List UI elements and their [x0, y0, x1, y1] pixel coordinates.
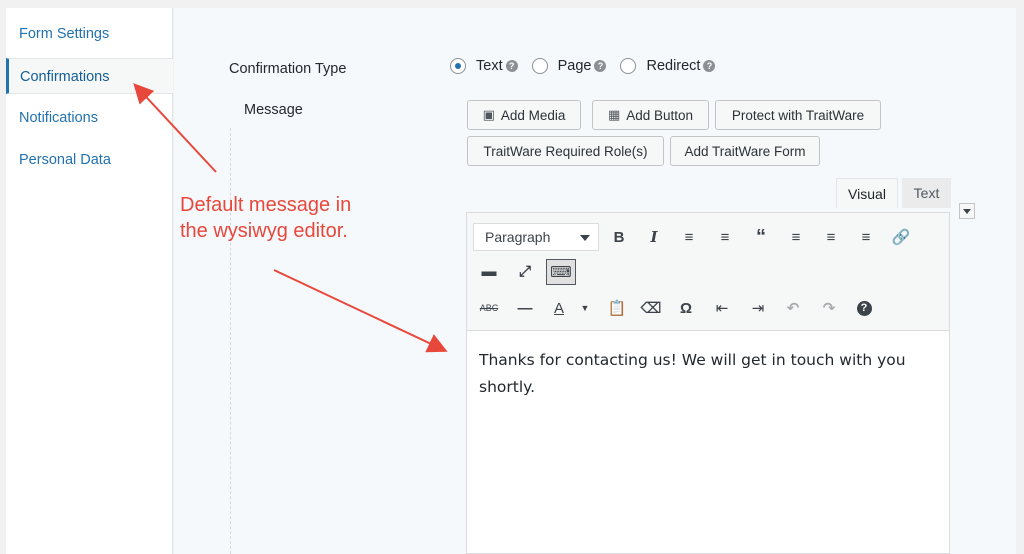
- blockquote-icon[interactable]: “: [749, 225, 773, 249]
- toolbar-toggle-icon[interactable]: [959, 203, 975, 219]
- italic-icon[interactable]: I: [642, 225, 666, 249]
- link-icon[interactable]: 🔗: [889, 225, 913, 249]
- settings-sidebar: Form Settings Confirmations Notification…: [6, 8, 173, 554]
- wysiwyg-editor: Paragraph B I ≡ ≡ “ ≡ ≡ ≡ 🔗 ▬ ⤢ ⌨ ABC — …: [466, 212, 950, 554]
- sidebar-item-notifications[interactable]: Notifications: [6, 100, 173, 136]
- tab-text[interactable]: Text: [902, 178, 951, 208]
- horizontal-line-icon[interactable]: —: [513, 296, 537, 320]
- radio-option-redirect[interactable]: Redirect ?: [620, 58, 716, 74]
- message-label: Message: [244, 102, 303, 118]
- radio-text-label: Text: [476, 58, 503, 74]
- add-traitware-form-button[interactable]: Add TraitWare Form: [670, 136, 820, 166]
- radio-page[interactable]: [531, 58, 548, 74]
- strikethrough-icon[interactable]: ABC: [477, 296, 501, 320]
- special-character-icon[interactable]: Ω: [674, 296, 698, 320]
- media-icon: ▣: [482, 107, 495, 122]
- radio-option-page[interactable]: Page ?: [531, 58, 607, 74]
- add-traitware-form-label: Add TraitWare Form: [684, 143, 806, 159]
- confirmation-type-label: Confirmation Type: [229, 61, 347, 77]
- radio-redirect[interactable]: [620, 58, 637, 74]
- read-more-icon[interactable]: ▬: [477, 259, 501, 283]
- traitware-roles-button[interactable]: TraitWare Required Role(s): [467, 136, 664, 166]
- clear-formatting-icon[interactable]: ⌫: [639, 296, 663, 320]
- sidebar-item-personal-data[interactable]: Personal Data: [6, 142, 173, 178]
- add-media-button[interactable]: ▣ Add Media: [467, 100, 581, 130]
- protect-traitware-button[interactable]: Protect with TraitWare: [715, 100, 881, 130]
- paste-as-text-icon[interactable]: 📋: [605, 296, 629, 320]
- radio-page-label: Page: [557, 58, 592, 74]
- help-icon[interactable]: ?: [703, 60, 716, 72]
- editor-toolbar: Paragraph B I ≡ ≡ “ ≡ ≡ ≡ 🔗 ▬ ⤢ ⌨ ABC — …: [467, 213, 949, 331]
- indent-icon[interactable]: ⇥: [746, 296, 770, 320]
- help-icon[interactable]: ?: [505, 60, 518, 72]
- help-circle-icon[interactable]: ?: [852, 296, 876, 320]
- sidebar-item-form-settings[interactable]: Form Settings: [6, 16, 173, 52]
- annotation-text: Default message in the wysiwyg editor.: [180, 192, 351, 244]
- chevron-down-icon: [580, 235, 590, 241]
- radio-text[interactable]: [450, 58, 466, 74]
- radio-redirect-label: Redirect: [646, 58, 701, 74]
- add-button-label: Add Button: [626, 107, 694, 123]
- bold-icon[interactable]: B: [607, 225, 631, 249]
- traitware-roles-label: TraitWare Required Role(s): [483, 143, 648, 159]
- numbered-list-icon[interactable]: ≡: [713, 225, 737, 249]
- add-media-label: Add Media: [500, 107, 566, 123]
- add-button-icon: ▦: [607, 107, 621, 122]
- add-button-button[interactable]: ▦ Add Button: [592, 100, 709, 130]
- confirmation-type-radios: Text ? Page ? Redirect ?: [450, 58, 729, 74]
- format-select[interactable]: Paragraph: [473, 223, 599, 251]
- protect-traitware-label: Protect with TraitWare: [731, 107, 865, 123]
- undo-icon[interactable]: ↶: [781, 296, 805, 320]
- text-color-icon[interactable]: A: [547, 296, 571, 320]
- redo-icon[interactable]: ↷: [817, 296, 841, 320]
- annotation-line-1: Default message in: [180, 194, 352, 216]
- toolbar-toggle-keyboard-icon[interactable]: ⌨: [546, 259, 576, 285]
- bullet-list-icon[interactable]: ≡: [677, 225, 701, 249]
- outdent-icon[interactable]: ⇤: [710, 296, 734, 320]
- help-icon[interactable]: ?: [594, 60, 607, 72]
- align-center-icon[interactable]: ≡: [819, 225, 843, 249]
- sidebar-item-confirmations[interactable]: Confirmations: [6, 58, 173, 94]
- fullscreen-icon[interactable]: ⤢: [513, 259, 537, 283]
- align-left-icon[interactable]: ≡: [784, 225, 808, 249]
- radio-option-text[interactable]: Text ?: [450, 58, 518, 74]
- editor-content[interactable]: Thanks for contacting us! We will get in…: [479, 347, 929, 401]
- format-select-value: Paragraph: [485, 229, 551, 245]
- tab-visual[interactable]: Visual: [836, 178, 898, 208]
- annotation-line-2: the wysiwyg editor.: [180, 220, 348, 242]
- text-color-dropdown-icon[interactable]: ▼: [573, 296, 597, 320]
- align-right-icon[interactable]: ≡: [854, 225, 878, 249]
